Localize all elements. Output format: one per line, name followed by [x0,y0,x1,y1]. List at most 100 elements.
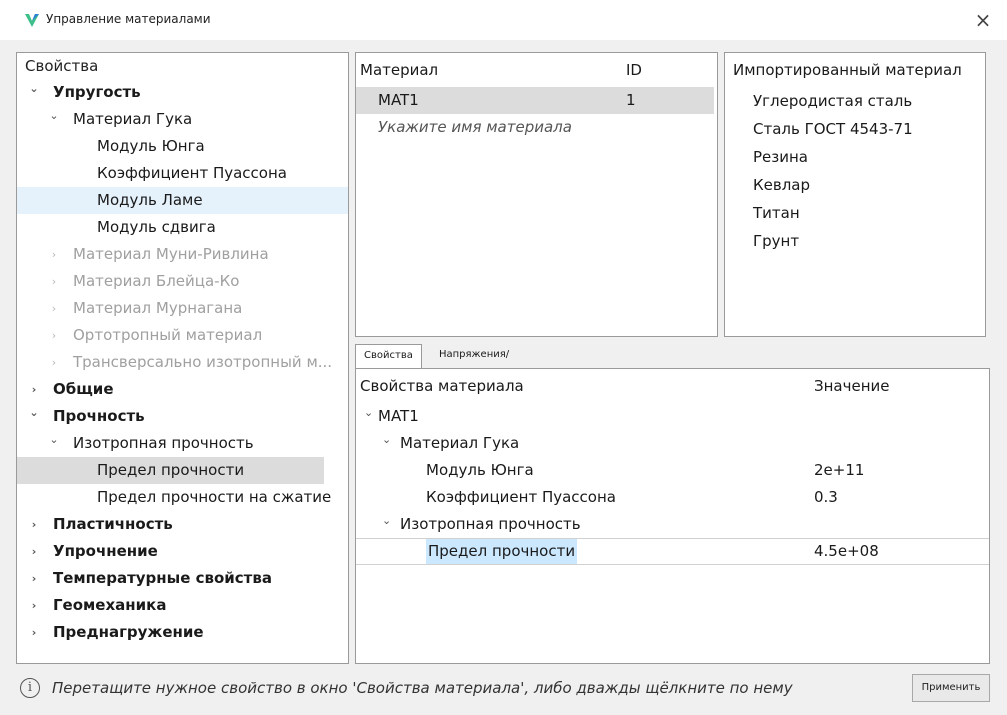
chevron-down-icon[interactable]: ⌄ [364,399,373,426]
imported-materials-list: Углеродистая сталь Сталь ГОСТ 4543-71 Рези… [725,87,985,255]
status-hint-text: Перетащите нужное свойство в окно 'Свойс… [52,679,793,697]
chevron-down-icon[interactable]: ⌄ [27,399,41,426]
tree-item[interactable]: › Материал Муни-Ривлина [17,241,348,268]
tree-item[interactable]: › Материал Блейца-Ко [17,268,348,295]
property-value[interactable]: 4.5e+08 [814,539,879,564]
imported-materials-panel: Импортированный материал Углеродистая ст… [724,52,986,337]
tree-item[interactable]: Предел прочности на сжатие [17,484,348,511]
new-material-placeholder-row[interactable]: Укажите имя материала [356,114,717,141]
tree-item-label: Изотропная прочность [73,434,254,452]
tree-item[interactable]: › Пластичность [17,511,348,538]
imported-material-item[interactable]: Грунт [725,227,985,255]
property-row[interactable]: ⌄ MAT1 [356,403,989,430]
tree-item[interactable]: › Температурные свойства [17,565,348,592]
property-row[interactable]: ⌄ Материал Гука [356,430,989,457]
tree-item-label: Модуль Ламе [97,191,203,209]
chevron-down-icon[interactable]: ⌄ [27,75,41,102]
imported-material-item[interactable]: Резина [725,143,985,171]
tree-header: Свойства [25,57,99,75]
close-button[interactable]: × [968,6,998,34]
tree-item-label: Прочность [53,407,145,425]
tab-properties[interactable]: Свойства [355,344,422,369]
tree-item[interactable]: Модуль сдвига [17,214,348,241]
property-value[interactable]: 2e+11 [814,457,864,484]
chevron-right-icon[interactable]: › [27,565,41,592]
material-id: 1 [626,91,636,109]
chevron-right-icon[interactable]: › [47,241,61,268]
tree-item-label: Модуль сдвига [97,218,216,236]
window-title: Управление материалами [46,12,211,26]
tree-item[interactable]: ⌄ Упругость [17,79,348,106]
imported-material-item[interactable]: Сталь ГОСТ 4543-71 [725,115,985,143]
tree-item-label: Температурные свойства [53,569,272,587]
material-name: MAT1 [378,91,419,109]
imported-material-item[interactable]: Углеродистая сталь [725,87,985,115]
column-header-property[interactable]: Свойства материала [360,369,524,403]
tree-item-label: Упругость [53,83,141,101]
tree-item-label: Предел прочности на сжатие [97,488,332,506]
tree-item[interactable]: › Трансверсально изотропный м... [17,349,348,376]
properties-tree-panel: Свойства ⌄ Упругость ⌄ Материал Гука Модуль … [16,52,349,664]
tree-item-label: Коэффициент Пуассона [97,164,287,182]
tree-item[interactable]: › Упрочнение [17,538,348,565]
material-properties-panel: Свойства материала Значение ⌄ MAT1 ⌄ Матери… [355,368,990,664]
column-header-value[interactable]: Значение [814,369,890,403]
tree-item[interactable]: ⌄ Изотропная прочность [17,430,348,457]
property-name: Изотропная прочность [400,515,581,533]
column-header-material[interactable]: Материал [360,53,438,87]
tree-item[interactable]: Коэффициент Пуассона [17,160,348,187]
tree-item[interactable]: Модуль Юнга [17,133,348,160]
tree-item[interactable]: › Преднагружение [17,619,348,646]
tree-item-label: Материал Муни-Ривлина [73,245,269,263]
tree-item[interactable]: ⌄ Прочность [17,403,348,430]
material-properties-header: Свойства материала Значение [356,369,989,403]
apply-button[interactable]: Применить [912,674,990,702]
chevron-right-icon[interactable]: › [47,322,61,349]
property-row[interactable]: ⌄ Изотропная прочность [356,511,989,538]
tree-item-label: Предел прочности [97,461,245,479]
chevron-down-icon[interactable]: ⌄ [382,507,391,534]
tree-item[interactable]: › Ортотропный материал [17,322,348,349]
tree-item[interactable]: Модуль Ламе [17,187,348,214]
tree-item-label: Общие [53,380,114,398]
property-row[interactable]: Модуль Юнга 2e+11 [356,457,989,484]
chevron-right-icon[interactable]: › [27,619,41,646]
tree-item[interactable]: ⌄ Материал Гука [17,106,348,133]
property-row[interactable]: Предел прочности 4.5e+08 [356,538,989,565]
chevron-right-icon[interactable]: › [47,349,61,376]
tree-item-label: Материал Мурнагана [73,299,243,317]
materials-table-panel: Материал ID MAT1 1 Укажите имя материала [355,52,718,337]
new-material-placeholder[interactable]: Укажите имя материала [378,114,572,141]
imported-material-item[interactable]: Титан [725,199,985,227]
imported-material-item[interactable]: Кевлар [725,171,985,199]
property-value[interactable]: 0.3 [814,484,838,511]
property-row[interactable]: Коэффициент Пуассона 0.3 [356,484,989,511]
tree-item[interactable]: › Материал Мурнагана [17,295,348,322]
chevron-right-icon[interactable]: › [27,511,41,538]
chevron-down-icon[interactable]: ⌄ [382,426,391,453]
property-name: Материал Гука [400,434,520,452]
chevron-right-icon[interactable]: › [27,538,41,565]
tree-item-label: Модуль Юнга [97,137,205,155]
tree-item-label: Материал Блейца-Ко [73,272,240,290]
chevron-right-icon[interactable]: › [47,295,61,322]
material-properties-tree: ⌄ MAT1 ⌄ Материал Гука Модуль Юнга 2e+11 Коэфф… [356,403,989,565]
material-row[interactable]: MAT1 1 [356,87,714,114]
materials-table-header: Материал ID [356,53,717,87]
title-bar: Управление материалами × [0,0,1007,40]
tree-item[interactable]: Предел прочности [17,457,324,484]
column-header-id[interactable]: ID [626,53,642,87]
property-name: Предел прочности [426,539,578,564]
app-logo-icon [25,14,39,27]
tree-item-label: Материал Гука [73,110,193,128]
imported-materials-header: Импортированный материал [733,61,962,79]
tree-item[interactable]: › Общие [17,376,348,403]
tree-item-label: Упрочнение [53,542,158,560]
chevron-right-icon[interactable]: › [47,268,61,295]
property-name: Коэффициент Пуассона [426,488,616,506]
tab-stress-strain[interactable]: Напряжения/деформации [431,344,517,382]
chevron-down-icon[interactable]: ⌄ [47,426,61,453]
chevron-down-icon[interactable]: ⌄ [47,102,61,129]
chevron-right-icon[interactable]: › [27,592,41,619]
tree-item[interactable]: › Геомеханика [17,592,348,619]
